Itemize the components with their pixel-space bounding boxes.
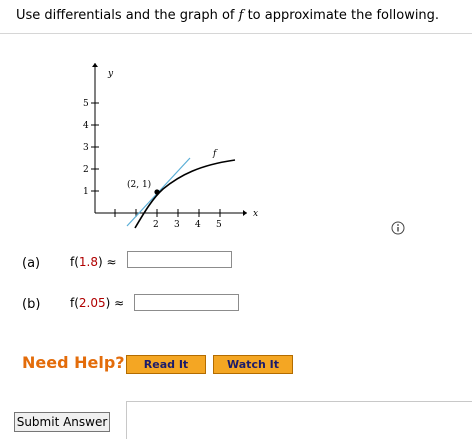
need-help-title: Need Help? xyxy=(22,353,125,372)
x-tick-label-5: 5 xyxy=(216,220,222,230)
point-label: (2, 1) xyxy=(127,179,151,190)
part-a-expression: f(1.8) ≈ xyxy=(70,255,117,269)
y-tick-label-1: 1 xyxy=(83,187,89,197)
submit-answer-button[interactable]: Submit Answer xyxy=(14,412,110,432)
part-a-arg: 1.8 xyxy=(78,255,98,269)
y-axis-arrow xyxy=(92,63,98,67)
curve-label: f xyxy=(212,149,218,159)
part-a-label: (a) xyxy=(22,256,41,271)
x-axis-label: x xyxy=(253,209,258,219)
y-tick-label-4: 4 xyxy=(83,121,89,131)
read-it-button[interactable]: Read It xyxy=(126,355,206,374)
y-tick-label-2: 2 xyxy=(83,165,89,175)
watch-it-button[interactable]: Watch It xyxy=(213,355,293,374)
question-prompt: Use differentials and the graph of f to … xyxy=(16,8,439,23)
part-b-answer-input[interactable] xyxy=(134,294,239,311)
part-b-fn: f( xyxy=(70,296,79,310)
part-a-approx: ) ≈ xyxy=(98,255,117,269)
prompt-text-end: to approximate the following. xyxy=(243,8,440,23)
x-axis-arrow xyxy=(243,210,247,216)
lower-panel xyxy=(126,401,472,439)
prompt-divider xyxy=(0,33,472,34)
x-tick-label-2: 2 xyxy=(153,220,159,230)
point-2-1 xyxy=(154,189,160,195)
function-graph: y x 5 4 3 2 1 2 3 4 5 f (2, 1) xyxy=(83,63,258,230)
part-b-label: (b) xyxy=(22,297,41,312)
curve-f xyxy=(134,159,236,229)
prompt-text-start: Use differentials and the graph of xyxy=(16,8,239,23)
part-b-arg: 2.05 xyxy=(78,296,106,310)
y-axis-label: y xyxy=(107,69,114,79)
part-b-approx: ) ≈ xyxy=(105,296,125,310)
part-a-fn: f( xyxy=(70,255,79,269)
part-a-answer-input[interactable] xyxy=(127,251,232,268)
y-tick-label-3: 3 xyxy=(83,143,89,153)
info-icon[interactable] xyxy=(391,221,405,235)
x-tick-label-3: 3 xyxy=(174,220,180,230)
y-tick-label-5: 5 xyxy=(83,99,89,109)
x-tick-label-4: 4 xyxy=(195,220,201,230)
part-b-expression: f(2.05) ≈ xyxy=(70,296,124,310)
